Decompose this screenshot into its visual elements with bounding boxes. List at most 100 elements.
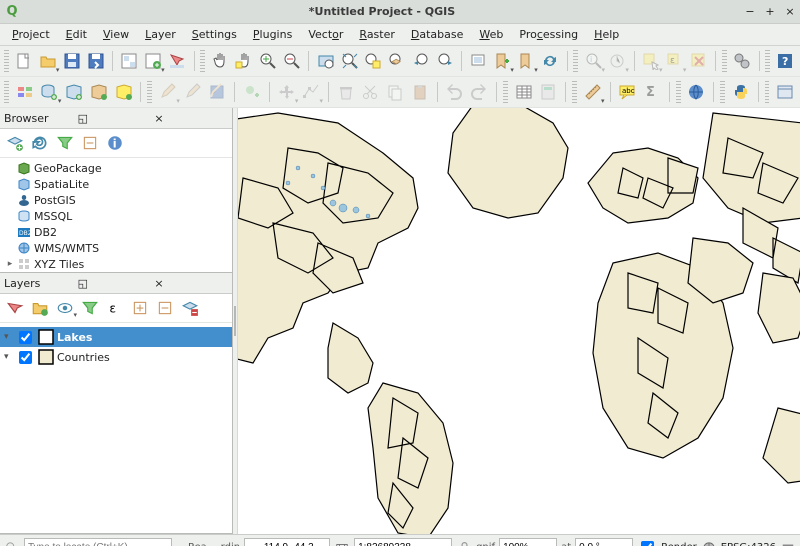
metasearch-button[interactable] [686,79,708,105]
menu-raster[interactable]: Raster [351,26,402,43]
remove-layer-button[interactable] [179,297,201,319]
menu-processing[interactable]: Processing [511,26,586,43]
zoom-next-button[interactable] [435,48,456,74]
menu-vector[interactable]: Vector [300,26,351,43]
menu-plugins[interactable]: Plugins [245,26,300,43]
layers-tree[interactable]: ▾Lakes▾Countries [0,323,232,533]
pan-button[interactable] [210,48,231,74]
crs-icon[interactable] [701,540,717,546]
menu-view[interactable]: View [95,26,137,43]
pan-to-selection-button[interactable] [234,48,255,74]
action-button[interactable]: ▾ [607,48,628,74]
new-geopackage-button[interactable]: ▾ [39,79,61,105]
toolbar-handle[interactable] [503,81,508,103]
style-manager-button[interactable] [167,48,188,74]
toolbar-handle[interactable] [4,50,9,72]
toolbar-handle[interactable] [4,81,9,103]
filter-browser-button[interactable] [54,132,76,154]
browser-item[interactable]: MSSQL [0,208,232,224]
menu-edit[interactable]: Edit [58,26,95,43]
no-action-button[interactable] [774,79,796,105]
expand-icon[interactable]: ▸ [4,259,16,269]
maximize-button[interactable]: + [761,3,779,21]
properties-widget-button[interactable]: i [104,132,126,154]
zoom-last-button[interactable] [411,48,432,74]
save-edits-button[interactable] [207,79,229,105]
menu-settings[interactable]: Settings [184,26,245,43]
menu-web[interactable]: Web [471,26,511,43]
layer-visibility-checkbox[interactable] [19,351,32,364]
menu-layer[interactable]: Layer [137,26,184,43]
new-spatialite-button[interactable] [88,79,110,105]
open-project-button[interactable]: ▾ [38,48,59,74]
statistical-summary-button[interactable]: Σ [641,79,663,105]
toolbar-handle[interactable] [720,81,725,103]
zoom-in-button[interactable] [258,48,279,74]
current-edits-button[interactable]: ▾ [157,79,179,105]
save-project-as-button[interactable] [85,48,106,74]
new-virtual-layer-button[interactable] [113,79,135,105]
filter-expression-button[interactable]: ε [104,297,126,319]
new-project-button[interactable] [14,48,35,74]
move-feature-button[interactable]: ▾ [276,79,298,105]
python-console-button[interactable] [730,79,752,105]
expand-all-button[interactable] [129,297,151,319]
zoom-out-button[interactable] [282,48,303,74]
toolbar-handle[interactable] [765,81,770,103]
crs-label[interactable]: EPSG:4326 [721,542,776,546]
layer-styling-button[interactable] [4,297,26,319]
menu-database[interactable]: Database [403,26,472,43]
identify-button[interactable]: i▾ [583,48,604,74]
refresh-button[interactable] [540,48,561,74]
data-source-manager-button[interactable] [14,79,36,105]
menu-help[interactable]: Help [586,26,627,43]
manage-visibility-button[interactable]: ▾ [54,297,76,319]
coordinate-input[interactable] [244,538,330,546]
browser-item[interactable]: PostGIS [0,192,232,208]
messages-icon[interactable] [780,540,796,546]
toolbar-handle[interactable] [572,81,577,103]
paste-features-button[interactable] [409,79,431,105]
measure-button[interactable]: ▾ [582,79,604,105]
toolbar-handle[interactable] [147,81,152,103]
layer-item[interactable]: ▾Lakes [0,327,232,347]
toolbar-handle[interactable] [765,50,770,72]
refresh-browser-button[interactable] [29,132,51,154]
redo-button[interactable] [468,79,490,105]
magnifier-input[interactable] [499,538,557,546]
toggle-editing-button[interactable] [182,79,204,105]
close-panel-icon[interactable]: × [154,277,228,289]
copy-features-button[interactable] [384,79,406,105]
maptips-button[interactable]: abc [616,79,638,105]
new-shapefile-button[interactable] [63,79,85,105]
delete-selected-button[interactable] [335,79,357,105]
vertex-tool-button[interactable]: ▾ [300,79,322,105]
expand-icon[interactable]: ▾ [4,352,16,362]
select-by-value-button[interactable]: ε▾ [664,48,685,74]
select-button[interactable]: ▾ [641,48,662,74]
toolbar-handle[interactable] [573,50,578,72]
browser-item[interactable]: WMS/WMTS [0,240,232,256]
add-feature-button[interactable] [241,79,263,105]
zoom-full-button[interactable] [339,48,360,74]
zoom-layer-button[interactable] [387,48,408,74]
add-layer-button[interactable] [4,132,26,154]
toolbar-handle[interactable] [676,81,681,103]
collapse-all-button[interactable] [79,132,101,154]
open-attribute-table-button[interactable] [513,79,535,105]
close-panel-icon[interactable]: × [154,112,228,124]
lock-icon[interactable] [456,540,472,546]
scale-input[interactable] [354,538,452,546]
new-layout-button[interactable]: ▾ [143,48,164,74]
browser-tree[interactable]: GeoPackageSpatiaLitePostGISMSSQLDB2DB2WM… [0,158,232,272]
toolbox-button[interactable] [732,48,753,74]
map-canvas[interactable] [238,108,800,534]
help-button[interactable]: ? [775,48,796,74]
toolbar-handle[interactable] [722,50,727,72]
extents-icon[interactable] [334,540,350,546]
locator-input[interactable] [24,538,172,546]
new-bookmark-button[interactable]: ▾ [492,48,513,74]
zoom-selection-button[interactable] [363,48,384,74]
collapse-all-button[interactable] [154,297,176,319]
toolbar-handle[interactable] [200,50,205,72]
